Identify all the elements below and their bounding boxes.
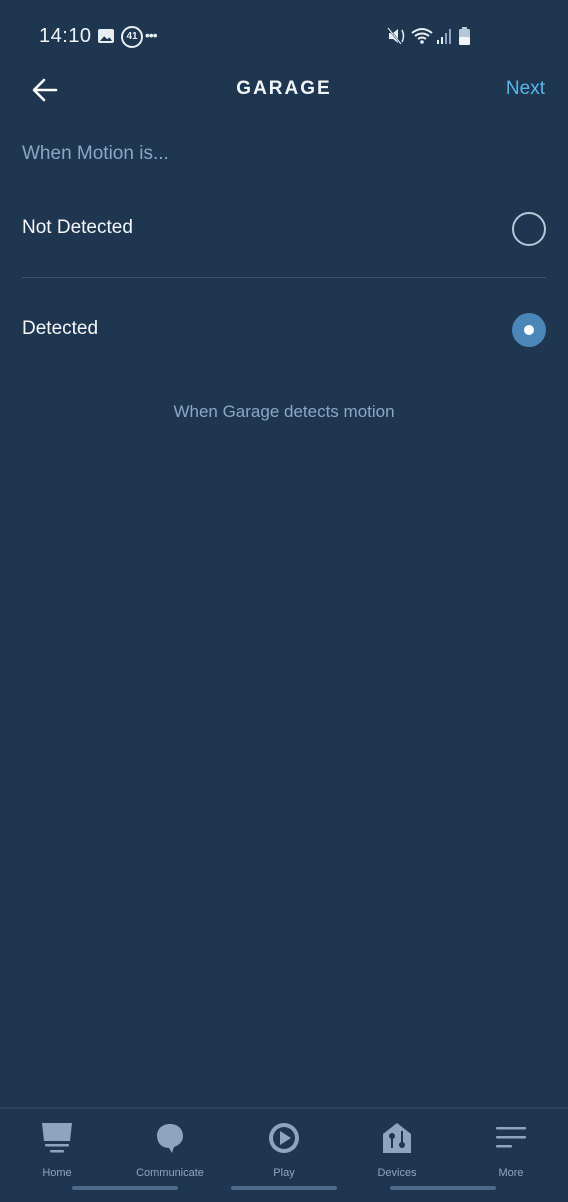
devices-house-icon: [383, 1123, 411, 1153]
nav-play[interactable]: Play: [234, 1117, 334, 1179]
divider: [22, 277, 546, 278]
nav-label: Communicate: [136, 1167, 204, 1179]
signal-icon: [437, 29, 451, 44]
status-time: 14:10: [39, 25, 92, 47]
nav-communicate[interactable]: Communicate: [120, 1117, 220, 1179]
nav-devices[interactable]: Devices: [347, 1117, 447, 1179]
chat-bubble-icon: [157, 1124, 183, 1153]
option-detected[interactable]: Detected: [0, 285, 568, 375]
next-button[interactable]: Next: [506, 78, 545, 100]
more-dots-icon: •••: [145, 27, 158, 43]
gesture-bar: [72, 1186, 178, 1190]
option-label: Not Detected: [22, 217, 133, 238]
radio-button-selected[interactable]: [512, 313, 546, 347]
nav-label: Play: [273, 1167, 295, 1179]
gesture-bar: [231, 1186, 337, 1190]
gesture-bar: [390, 1186, 496, 1190]
nav-label: More: [498, 1167, 524, 1179]
nav-label: Home: [42, 1167, 72, 1179]
nav-more[interactable]: More: [461, 1117, 561, 1179]
option-label: Detected: [22, 318, 99, 339]
menu-icon: [496, 1127, 526, 1148]
nav-label: Devices: [377, 1167, 417, 1179]
page-title: GARAGE: [236, 78, 332, 99]
gallery-icon: [98, 29, 114, 43]
radio-button-unselected[interactable]: [512, 212, 546, 246]
wifi-icon: [411, 28, 433, 44]
app-header: GARAGE Next: [0, 60, 568, 120]
section-label: When Motion is...: [22, 143, 169, 164]
battery-icon: [459, 27, 470, 45]
trigger-description: When Garage detects motion: [173, 402, 395, 421]
nav-home[interactable]: Home: [7, 1117, 107, 1179]
mute-icon: [387, 27, 405, 45]
home-icon: [42, 1123, 72, 1153]
option-not-detected[interactable]: Not Detected: [0, 184, 568, 274]
play-icon: [269, 1123, 299, 1153]
notification-badge: 41: [121, 26, 143, 48]
